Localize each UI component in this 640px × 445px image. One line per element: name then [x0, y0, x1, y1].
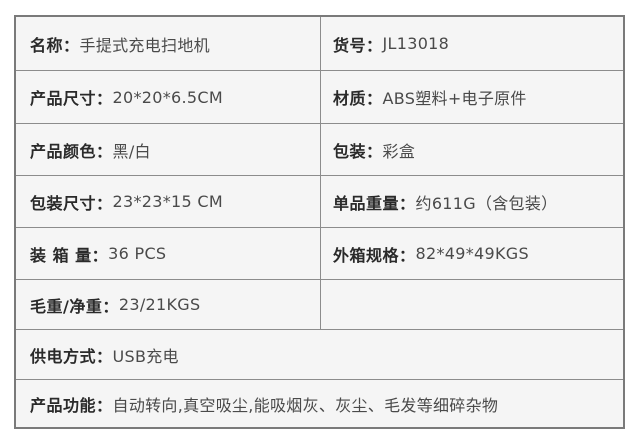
- spec-value: 黑/白: [112, 141, 151, 161]
- spec-label: 产品功能：: [30, 395, 113, 415]
- spec-value: 彩盒: [382, 141, 416, 161]
- spec-value: 20*20*6.5CM: [112, 87, 223, 107]
- spec-value: 手提式充电扫地机: [79, 35, 210, 55]
- spec-row-name: 名称： 手提式充电扫地机 货号： JL13018: [16, 17, 623, 71]
- spec-cell-function: 产品功能： 自动转向,真空吸尘,能吸烟灰、灰尘、毛发等细碎杂物: [16, 380, 623, 427]
- spec-value: 82*49*49KGS: [415, 244, 529, 263]
- spec-cell-empty: [321, 280, 623, 329]
- spec-cell-product-size: 产品尺寸： 20*20*6.5CM: [16, 71, 321, 123]
- spec-row-weight: 毛重/净重： 23/21KGS: [16, 280, 623, 330]
- spec-cell-carton-spec: 外箱规格： 82*49*49KGS: [321, 228, 623, 279]
- spec-label: 包装尺寸：: [30, 193, 113, 213]
- spec-row-carton: 装 箱 量： 36 PCS 外箱规格： 82*49*49KGS: [16, 228, 623, 280]
- spec-row-size: 产品尺寸： 20*20*6.5CM 材质： ABS塑料+电子原件: [16, 71, 623, 124]
- spec-cell-name: 名称： 手提式充电扫地机: [16, 17, 321, 70]
- spec-value: JL13018: [382, 34, 450, 53]
- spec-label: 产品尺寸：: [30, 89, 113, 108]
- spec-label: 装 箱 量：: [30, 245, 109, 265]
- spec-label: 毛重/净重：: [30, 296, 119, 316]
- spec-row-package-size: 包装尺寸： 23*23*15 CM 单品重量： 约611G（含包装）: [16, 176, 623, 228]
- spec-value: 23*23*15 CM: [112, 192, 223, 211]
- spec-cell-carton-qty: 装 箱 量： 36 PCS: [16, 228, 321, 279]
- spec-label: 单品重量：: [333, 193, 416, 213]
- spec-row-color: 产品颜色： 黑/白 包装： 彩盒: [16, 124, 623, 176]
- spec-value: USB充电: [112, 346, 179, 366]
- spec-cell-package-size: 包装尺寸： 23*23*15 CM: [16, 176, 321, 227]
- spec-label: 材质：: [333, 89, 383, 108]
- spec-label: 名称：: [30, 35, 80, 55]
- spec-cell-item-no: 货号： JL13018: [321, 17, 623, 70]
- spec-row-function: 产品功能： 自动转向,真空吸尘,能吸烟灰、灰尘、毛发等细碎杂物: [16, 380, 623, 427]
- spec-cell-material: 材质： ABS塑料+电子原件: [321, 71, 623, 123]
- spec-cell-color: 产品颜色： 黑/白: [16, 124, 321, 175]
- spec-label: 包装：: [333, 141, 383, 161]
- spec-cell-packaging: 包装： 彩盒: [321, 124, 623, 175]
- spec-value: 自动转向,真空吸尘,能吸烟灰、灰尘、毛发等细碎杂物: [112, 395, 499, 415]
- spec-cell-power: 供电方式： USB充电: [16, 330, 623, 379]
- spec-row-power: 供电方式： USB充电: [16, 330, 623, 380]
- spec-label: 产品颜色：: [30, 141, 113, 161]
- spec-label: 货号：: [333, 35, 383, 55]
- spec-value: 36 PCS: [108, 244, 167, 263]
- spec-cell-gross-net-weight: 毛重/净重： 23/21KGS: [16, 280, 321, 329]
- spec-value: 23/21KGS: [118, 295, 201, 314]
- spec-label: 外箱规格：: [333, 245, 416, 265]
- spec-cell-unit-weight: 单品重量： 约611G（含包装）: [321, 176, 623, 227]
- spec-value: 约611G（含包装）: [415, 193, 558, 213]
- spec-label: 供电方式：: [30, 346, 113, 366]
- spec-table: 名称： 手提式充电扫地机 货号： JL13018 产品尺寸： 20*20*6.5…: [14, 15, 625, 429]
- spec-value: ABS塑料+电子原件: [382, 89, 527, 108]
